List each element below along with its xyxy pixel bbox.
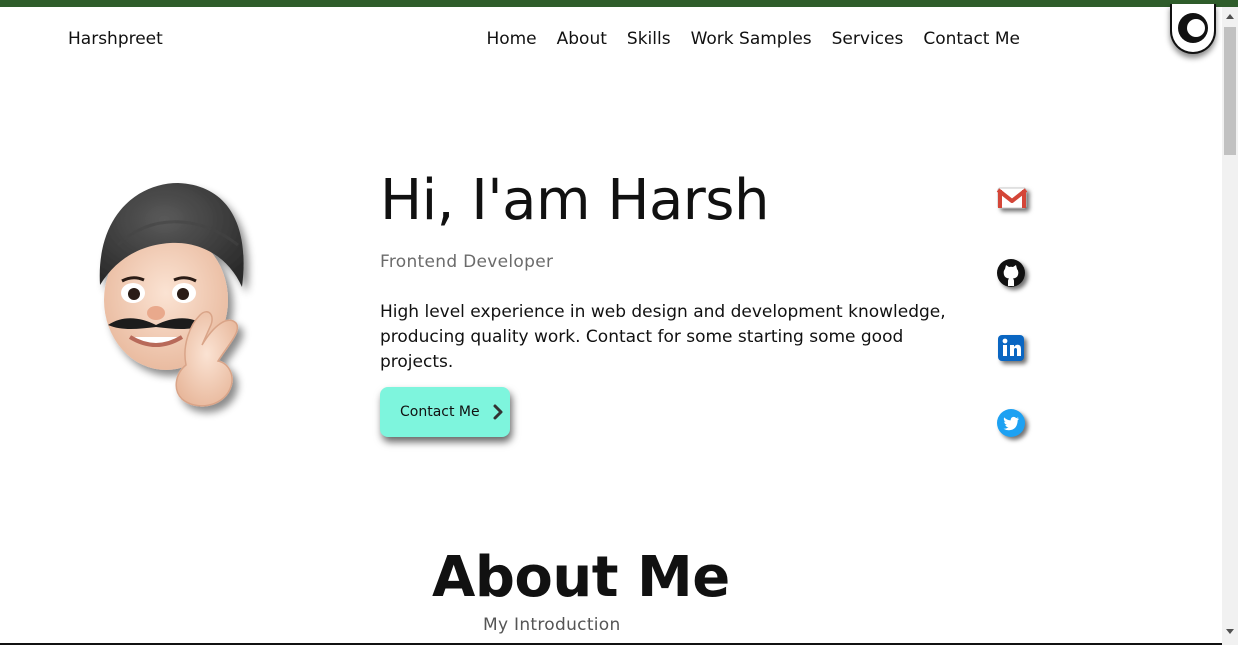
scroll-down-arrow-icon[interactable] (1222, 629, 1238, 641)
avatar-illustration (99, 183, 244, 407)
hero-title: Hi, I'am Harsh (380, 168, 769, 233)
github-link[interactable] (996, 258, 1030, 292)
nav-link-work-samples[interactable]: Work Samples (691, 29, 812, 49)
nav-menu: Home About Skills Work Samples Services … (486, 29, 1020, 49)
gmail-icon (996, 187, 1028, 209)
nav-brand[interactable]: Harshpreet (68, 29, 163, 49)
hero-description: High level experience in web design and … (380, 302, 946, 372)
hero-subtitle: Frontend Developer (380, 252, 554, 272)
nav-link-services[interactable]: Services (832, 29, 904, 49)
gmail-link[interactable] (996, 184, 1030, 218)
contact-me-button-label: Contact Me (400, 404, 480, 420)
contact-me-button[interactable]: Contact Me (380, 387, 510, 437)
moon-icon (1178, 13, 1208, 43)
about-section-subtitle: My Introduction (483, 615, 621, 635)
nav-link-skills[interactable]: Skills (627, 29, 671, 49)
linkedin-link[interactable] (996, 333, 1030, 367)
nav-link-home[interactable]: Home (486, 29, 536, 49)
nav-link-contact-me[interactable]: Contact Me (923, 29, 1020, 49)
theme-toggle-button[interactable] (1170, 4, 1216, 54)
scrollbar-thumb[interactable] (1224, 27, 1236, 155)
linkedin-icon (998, 335, 1024, 361)
twitter-icon (997, 409, 1025, 437)
page-scrollbar[interactable] (1222, 7, 1238, 645)
github-icon (997, 259, 1025, 287)
nav-link-about[interactable]: About (557, 29, 607, 49)
chevron-right-icon (493, 404, 503, 420)
twitter-link[interactable] (996, 408, 1030, 442)
top-accent-strip (0, 0, 1238, 7)
about-section-title: About Me (432, 545, 730, 610)
scroll-up-arrow-icon[interactable] (1222, 13, 1238, 25)
